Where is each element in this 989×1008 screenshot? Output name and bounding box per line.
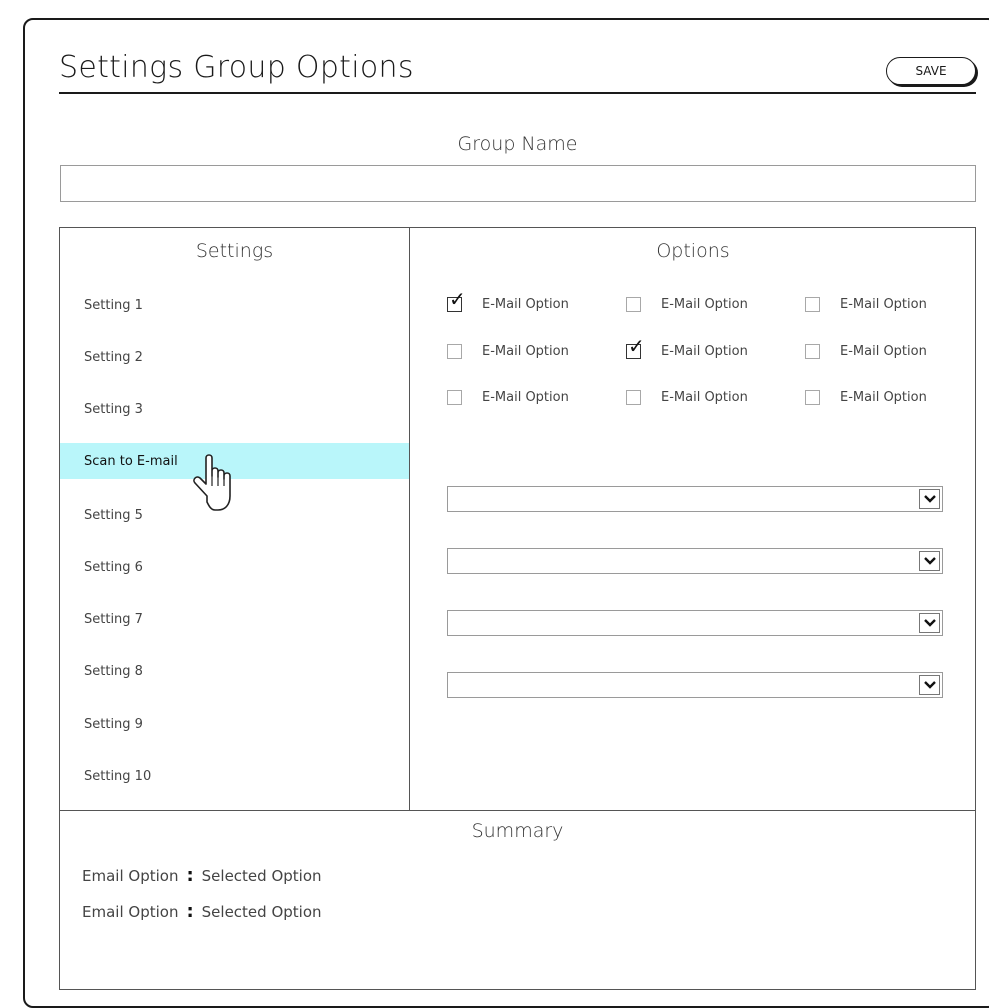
email-option-label: E-Mail Option (482, 297, 569, 312)
summary-line-1: Email Option : Selected Option (82, 865, 322, 886)
summary-key: Email Option (82, 866, 179, 885)
option-dropdown-1[interactable] (447, 486, 943, 512)
setting-item-6[interactable]: Setting 6 (60, 549, 409, 585)
email-option-label: E-Mail Option (482, 390, 569, 405)
checkbox-checked[interactable]: ✓ (626, 336, 645, 359)
setting-item-1[interactable]: Setting 1 (60, 287, 409, 323)
setting-item-3[interactable]: Setting 3 (60, 391, 409, 427)
setting-item-9[interactable]: Setting 9 (60, 706, 409, 742)
group-name-input[interactable] (60, 165, 976, 202)
title-divider (59, 92, 976, 94)
email-option-checkbox-2[interactable]: E-Mail Option (626, 297, 748, 312)
page-title: Settings Group Options (59, 50, 414, 85)
summary-separator: : (186, 865, 194, 886)
option-dropdown-4[interactable] (447, 672, 943, 698)
checkbox[interactable] (626, 297, 641, 312)
email-option-checkbox-3[interactable]: E-Mail Option (805, 297, 927, 312)
setting-item-2[interactable]: Setting 2 (60, 339, 409, 375)
checkbox-checked[interactable]: ✓ (447, 289, 466, 312)
summary-key: Email Option (82, 902, 179, 921)
check-icon: ✓ (628, 334, 645, 358)
option-dropdown-2[interactable] (447, 548, 943, 574)
email-option-label: E-Mail Option (840, 344, 927, 359)
summary-line-2: Email Option : Selected Option (82, 901, 322, 922)
hand-pointer-icon (193, 454, 231, 511)
summary-separator: : (186, 901, 194, 922)
chevron-down-icon[interactable] (919, 613, 940, 633)
chevron-down-icon[interactable] (919, 675, 940, 695)
options-heading: Options (656, 240, 730, 262)
save-button[interactable]: SAVE (886, 57, 976, 85)
summary-value: Selected Option (201, 902, 322, 921)
setting-item-7[interactable]: Setting 7 (60, 601, 409, 637)
column-divider (409, 228, 410, 810)
checkbox[interactable] (447, 390, 462, 405)
email-option-label: E-Mail Option (661, 344, 748, 359)
email-option-checkbox-7[interactable]: E-Mail Option (447, 390, 569, 405)
chevron-down-icon[interactable] (919, 489, 940, 509)
email-option-label: E-Mail Option (661, 297, 748, 312)
option-dropdown-3[interactable] (447, 610, 943, 636)
email-option-checkbox-8[interactable]: E-Mail Option (626, 390, 748, 405)
setting-item-10[interactable]: Setting 10 (60, 758, 409, 794)
summary-divider (60, 810, 975, 811)
email-option-checkbox-9[interactable]: E-Mail Option (805, 390, 927, 405)
settings-heading: Settings (195, 240, 274, 262)
group-name-label: Group Name (457, 133, 578, 155)
email-option-label: E-Mail Option (661, 390, 748, 405)
checkbox[interactable] (805, 297, 820, 312)
settings-panels: Settings Setting 1 Setting 2 Setting 3 S… (59, 227, 976, 990)
email-option-checkbox-6[interactable]: E-Mail Option (805, 344, 927, 359)
email-option-label: E-Mail Option (840, 390, 927, 405)
checkbox[interactable] (447, 344, 462, 359)
email-option-label: E-Mail Option (482, 344, 569, 359)
summary-heading: Summary (471, 820, 564, 842)
email-option-label: E-Mail Option (840, 297, 927, 312)
email-option-checkbox-4[interactable]: E-Mail Option (447, 344, 569, 359)
email-option-checkbox-1[interactable]: ✓ E-Mail Option (447, 289, 569, 312)
summary-value: Selected Option (201, 866, 322, 885)
setting-item-8[interactable]: Setting 8 (60, 653, 409, 689)
checkbox[interactable] (626, 390, 641, 405)
checkbox[interactable] (805, 390, 820, 405)
chevron-down-icon[interactable] (919, 551, 940, 571)
check-icon: ✓ (449, 287, 466, 311)
checkbox[interactable] (805, 344, 820, 359)
email-option-checkbox-5[interactable]: ✓ E-Mail Option (626, 336, 748, 359)
